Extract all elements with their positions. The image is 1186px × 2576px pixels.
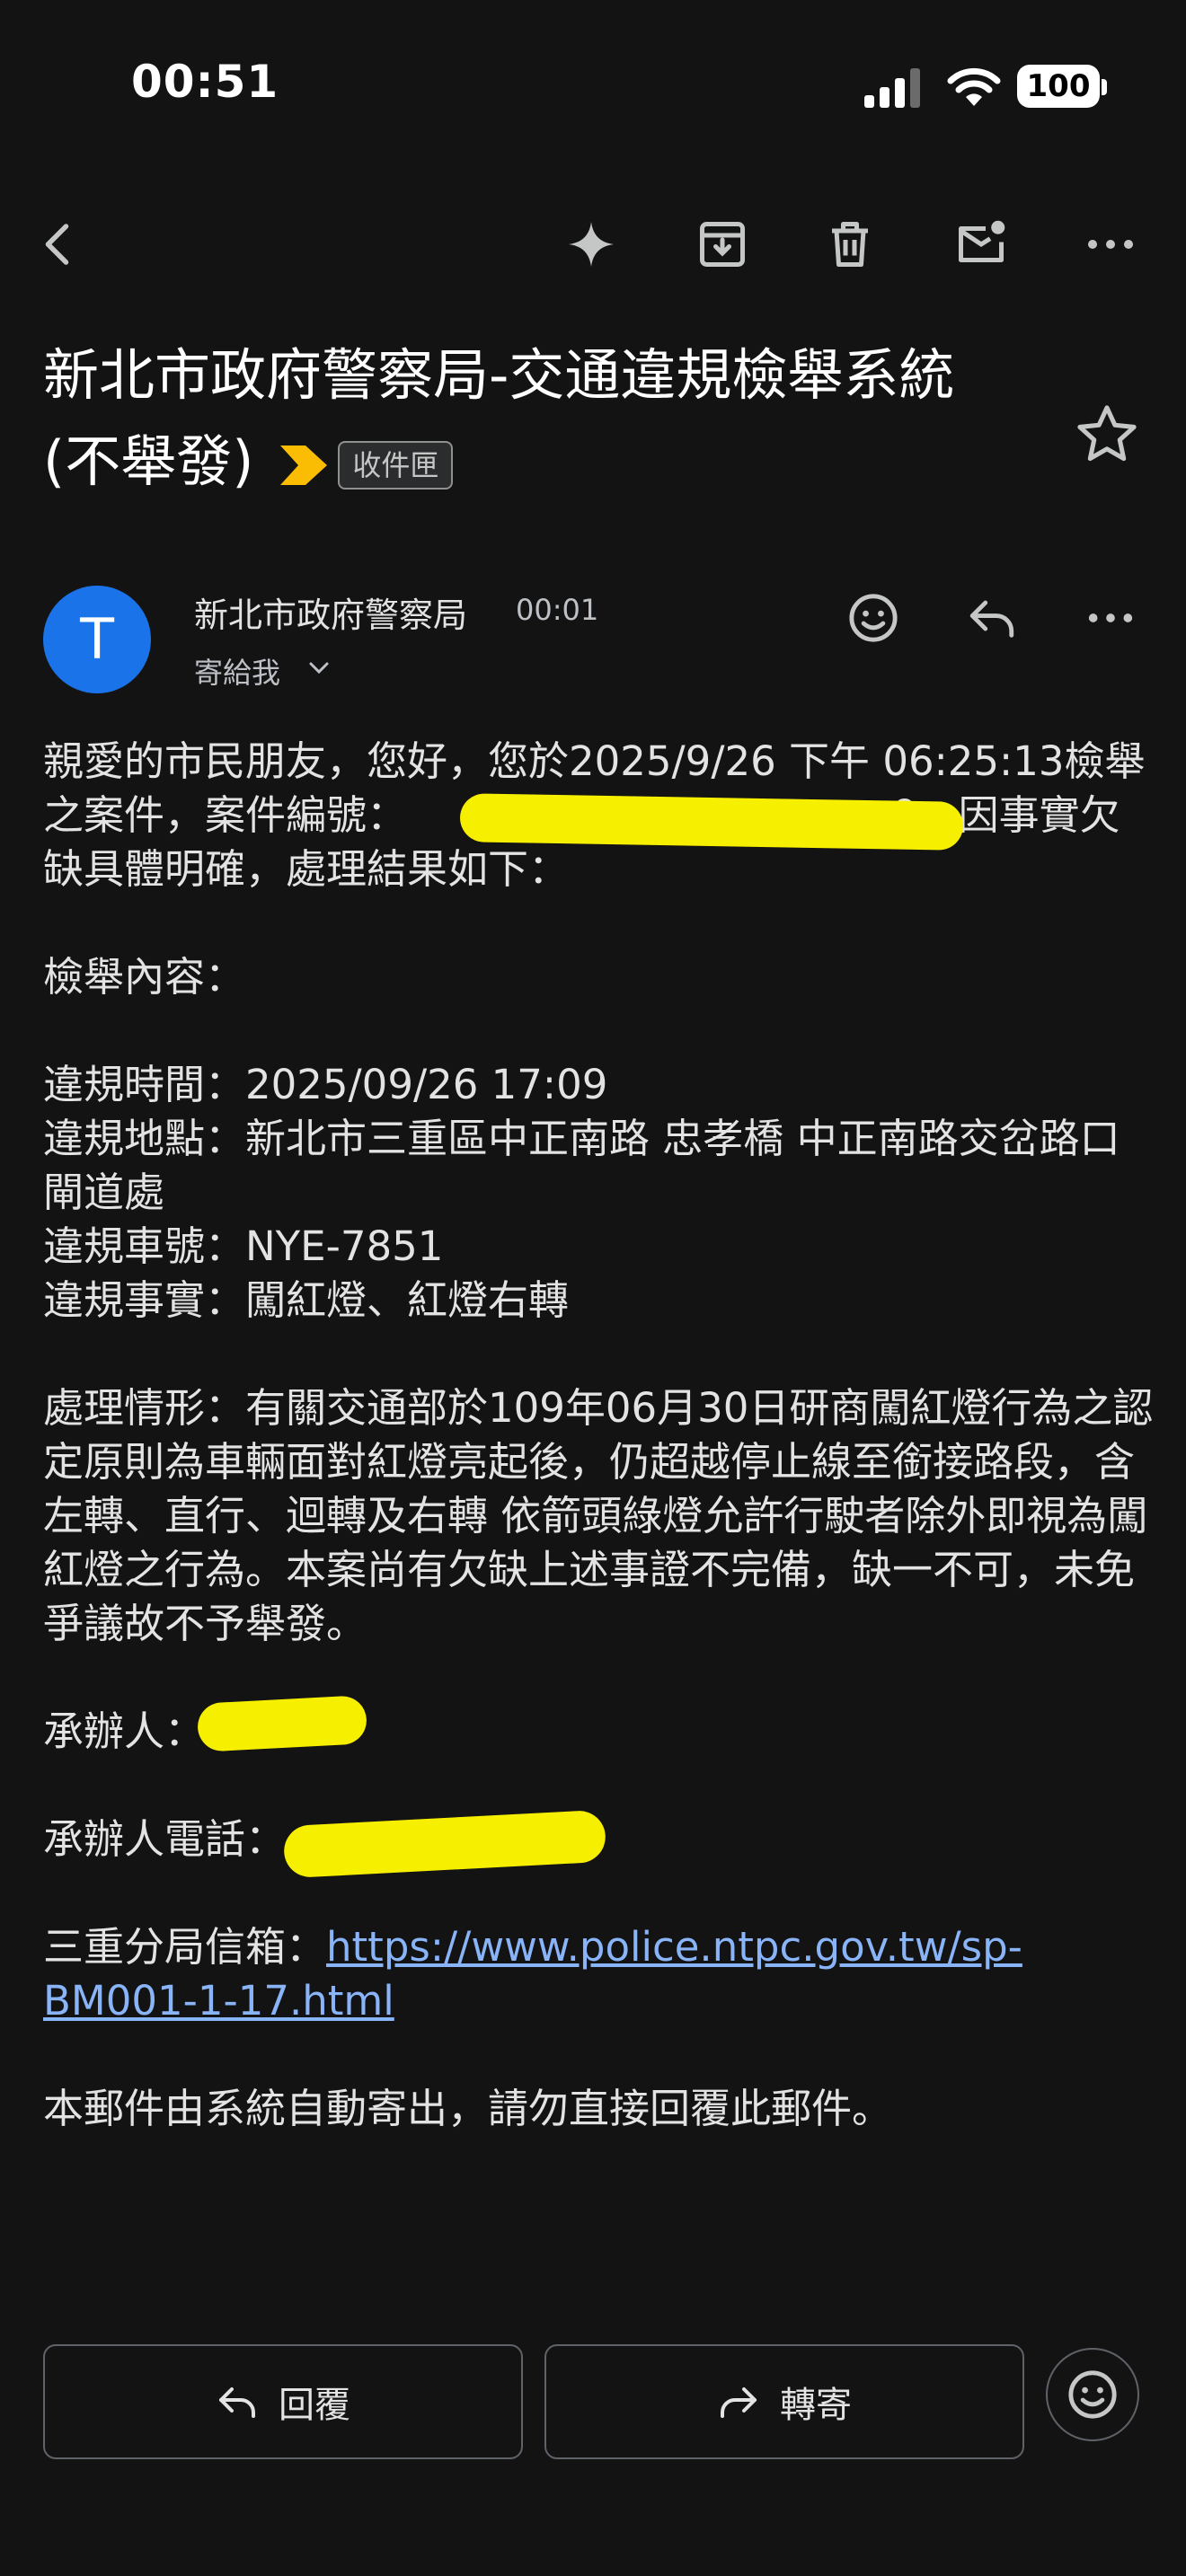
emoji-reaction-button[interactable] xyxy=(1046,2348,1139,2441)
trash-icon xyxy=(832,222,868,267)
important-marker-icon[interactable] xyxy=(280,445,328,485)
body-section-title: 檢舉內容： xyxy=(43,953,246,1001)
emoji-icon xyxy=(1068,2370,1117,2419)
mailbox-line: 三重分局信箱：https://www.police.ntpc.gov.tw/sp… xyxy=(43,1923,1022,2025)
reply-icon xyxy=(219,2387,255,2418)
sparkle-icon xyxy=(569,222,614,267)
violation-plate: 違規車號：NYE-7851 xyxy=(43,1222,444,1270)
more-options-button[interactable] xyxy=(1078,212,1143,277)
reply-action-button[interactable]: 回覆 xyxy=(43,2344,523,2459)
email-body: 親愛的市民朋友，您好，您於2025/9/26 下午 06:25:13檢舉之案件，… xyxy=(43,735,1157,2136)
forward-action-button[interactable]: 轉寄 xyxy=(544,2344,1024,2459)
redaction-handler xyxy=(196,1695,368,1752)
reply-label: 回覆 xyxy=(279,2385,350,2426)
back-button[interactable] xyxy=(27,212,92,277)
emoji-icon xyxy=(849,594,898,642)
inbox-label[interactable]: 收件匣 xyxy=(338,440,454,490)
sent-time: 00:01 xyxy=(516,593,599,627)
sender-name[interactable]: 新北市政府警察局 xyxy=(194,587,467,637)
back-icon xyxy=(45,224,69,265)
battery-tip xyxy=(1102,79,1107,95)
archive-icon xyxy=(700,222,745,267)
auto-email-notice: 本郵件由系統自動寄出，請勿直接回覆此郵件。 xyxy=(43,2085,893,2132)
gemini-button[interactable] xyxy=(559,212,624,277)
message-more-button[interactable] xyxy=(1075,586,1146,650)
handling-result: 處理情形：有關交通部於109年06月30日研商闖紅燈行為之認定原則為車輛面對紅燈… xyxy=(43,1384,1154,1647)
redaction-case-number xyxy=(459,793,964,851)
reply-button[interactable] xyxy=(956,586,1028,650)
forward-icon xyxy=(721,2387,757,2418)
mark-unread-icon xyxy=(959,220,1005,262)
status-time: 00:51 xyxy=(131,56,279,108)
subject-line-1: 新北市政府警察局-交通違規檢舉系統 xyxy=(43,342,955,408)
sender-avatar[interactable]: T xyxy=(43,586,151,693)
mark-unread-button[interactable] xyxy=(949,212,1013,277)
forward-label: 轉寄 xyxy=(780,2385,852,2426)
more-icon xyxy=(1088,613,1133,622)
violation-fact: 違規事實：闖紅燈、紅燈右轉 xyxy=(43,1276,570,1324)
star-icon[interactable] xyxy=(1073,401,1141,469)
email-subject: 新北市政府警察局-交通違規檢舉系統 (不舉發) 收件匣 xyxy=(43,332,1049,505)
subject-line-2: (不舉發) xyxy=(43,428,254,494)
recipient-details[interactable]: 寄給我 xyxy=(194,650,280,692)
violation-location: 違規地點：新北市三重區中正南路 忠孝橋 中正南路交岔路口閘道處 xyxy=(43,1115,1120,1216)
wifi-icon xyxy=(947,67,1001,106)
violation-time: 違規時間：2025/09/26 17:09 xyxy=(43,1061,608,1108)
archive-button[interactable] xyxy=(690,212,755,277)
battery-indicator: 100 xyxy=(1017,65,1100,108)
cellular-signal-icon xyxy=(864,68,920,108)
more-icon xyxy=(1088,240,1133,249)
add-reaction-button[interactable] xyxy=(837,586,909,650)
delete-button[interactable] xyxy=(818,212,882,277)
reply-icon xyxy=(969,600,1014,638)
chevron-down-icon[interactable] xyxy=(307,659,331,677)
